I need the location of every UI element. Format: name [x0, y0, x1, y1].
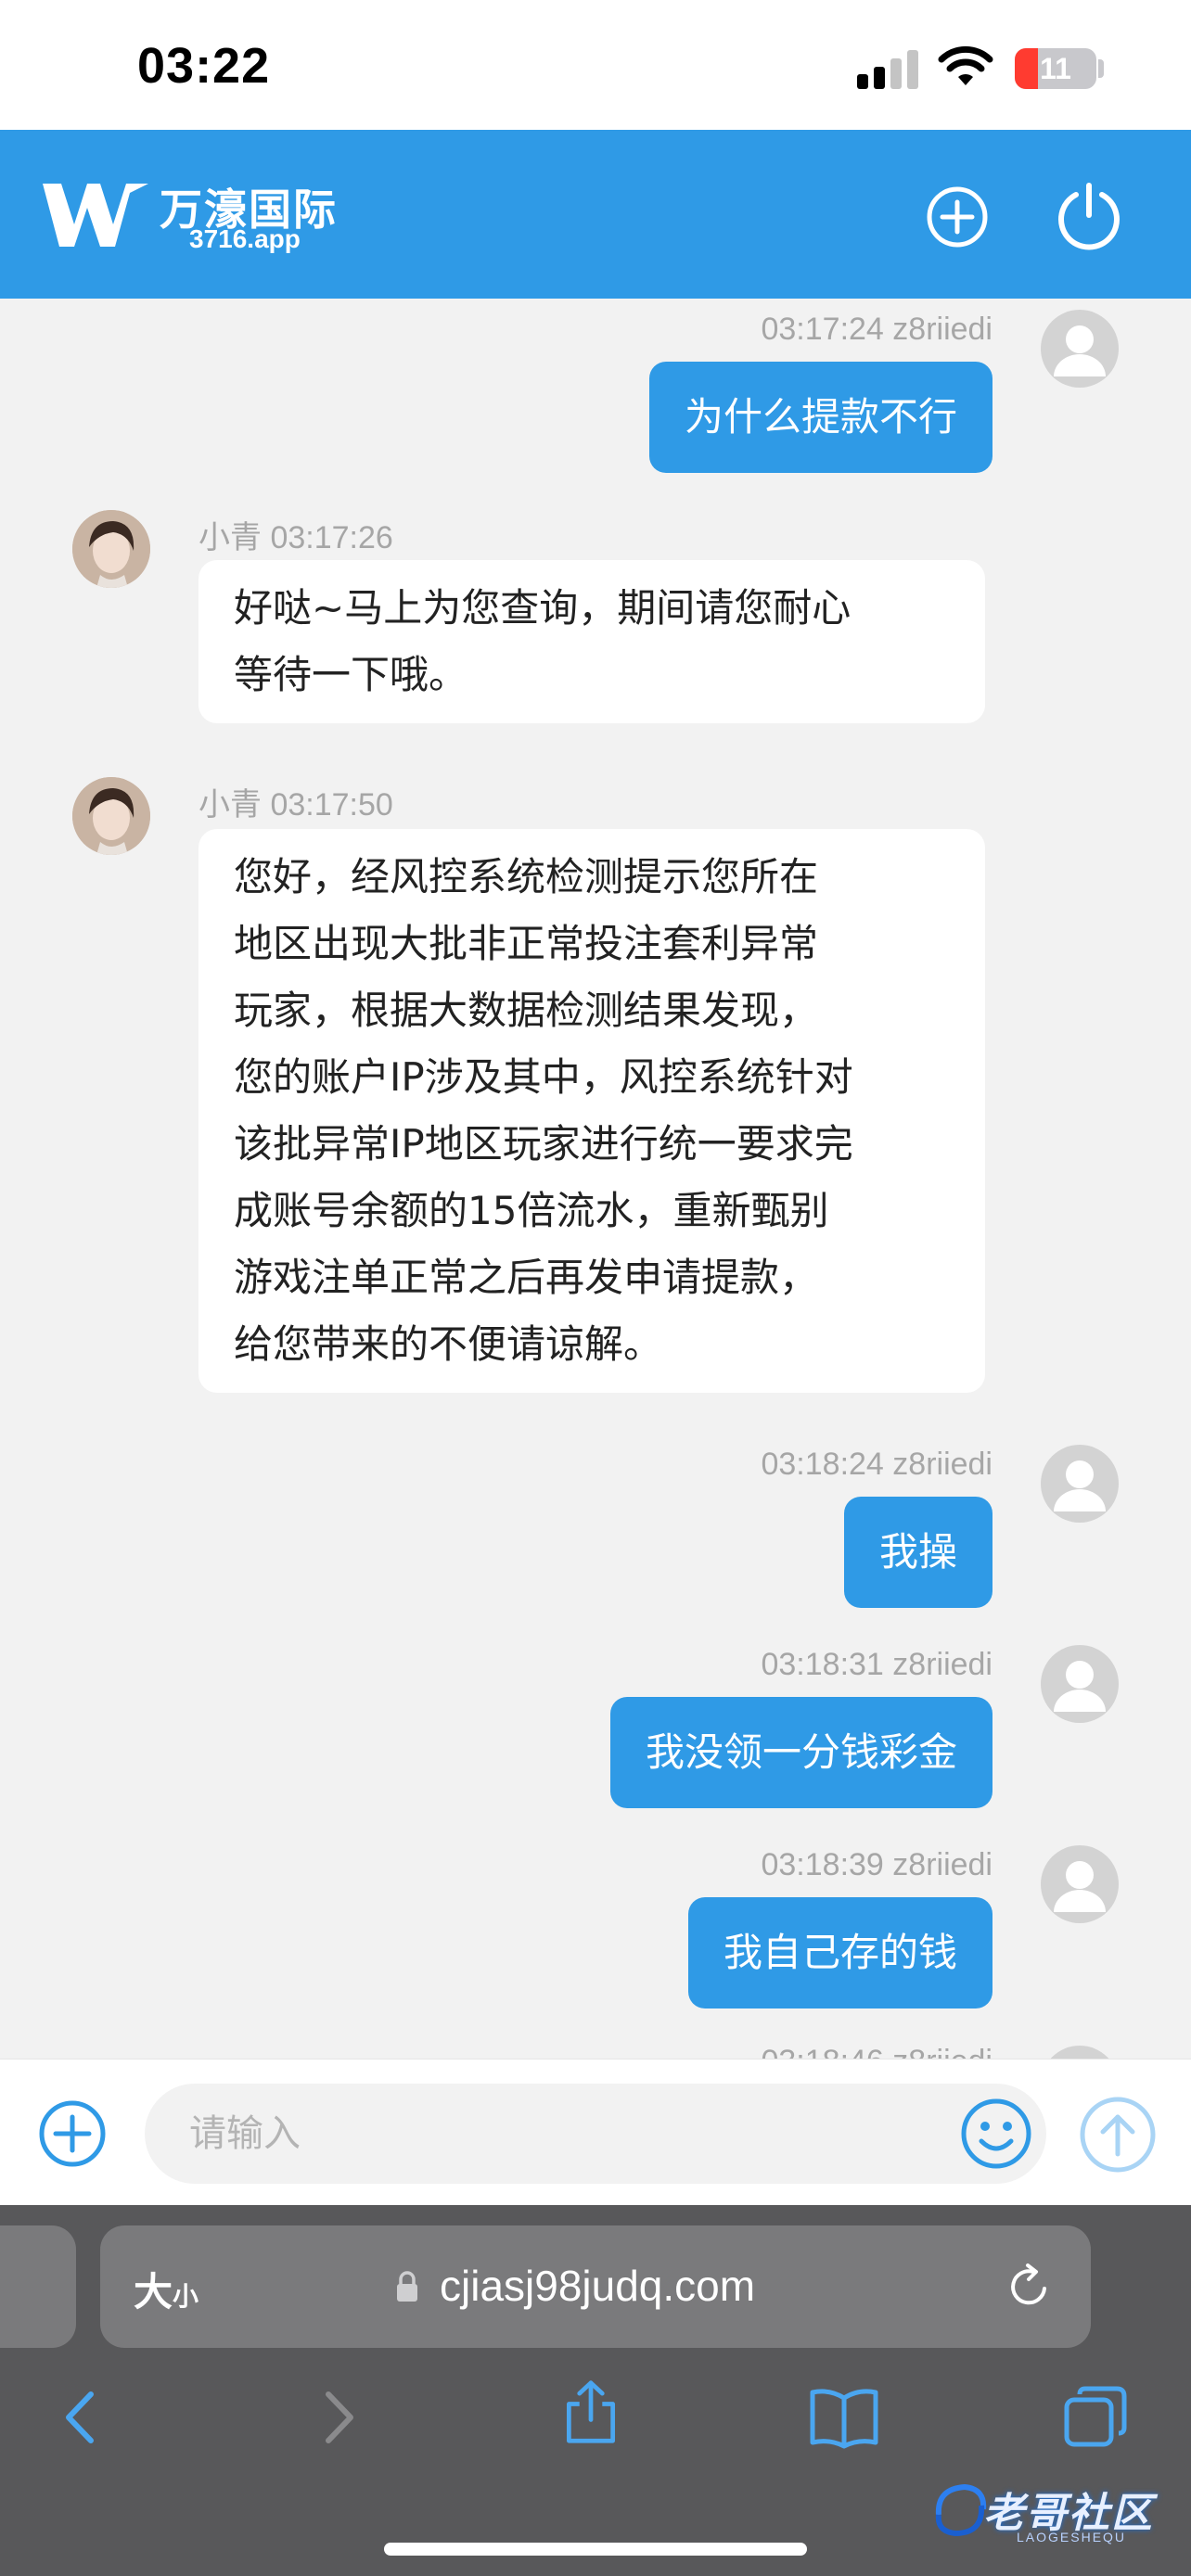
- message-line: 好哒~马上为您查询，期间请您耐心: [234, 585, 852, 631]
- message-line: 您的账户IP涉及其中，风控系统针对: [234, 1054, 853, 1100]
- brand-logo-icon: [43, 184, 148, 247]
- battery-percent: 11: [1040, 52, 1071, 85]
- message-meta: 小青 03:17:50: [198, 787, 393, 823]
- address-bar[interactable]: 大小 cjiasj98judq.com: [100, 2225, 1091, 2348]
- user-silhouette-icon: [1054, 1861, 1106, 1912]
- message-meta: 03:18:39 z8riiedi: [761, 1847, 992, 1882]
- battery-tip: [1098, 59, 1104, 78]
- browser-toolbar: 大小 cjiasj98judq.com 老哥社区 LAOGESHEQU: [0, 2205, 1191, 2576]
- app-header: 万濠国际 3716.app: [0, 130, 1191, 299]
- message-line: 玩家，根据大数据检测结果发现，: [234, 988, 819, 1033]
- message-line: 成账号余额的15倍流水，重新甄别: [234, 1188, 829, 1233]
- agent-photo-icon: [72, 777, 150, 855]
- message-bubble-in[interactable]: 您好，经风控系统检测提示您所在 地区出现大批非正常投注套利异常 玩家，根据大数据…: [198, 829, 985, 1393]
- status-time: 03:22: [137, 38, 271, 94]
- user-avatar[interactable]: [1041, 1845, 1119, 1923]
- page-url: cjiasj98judq.com: [440, 2262, 756, 2310]
- battery-icon: 11: [1015, 48, 1096, 89]
- message-meta: 小青 03:17:26: [198, 520, 393, 555]
- message-input[interactable]: [145, 2084, 1046, 2184]
- back-icon[interactable]: [48, 2385, 113, 2450]
- agent-avatar[interactable]: [72, 777, 150, 855]
- message-meta: 03:17:24 z8riiedi: [761, 312, 992, 347]
- emoji-icon[interactable]: [959, 2097, 1033, 2171]
- message-line: 您好，经风控系统检测提示您所在: [234, 854, 819, 899]
- text-size-large: 大: [134, 2269, 173, 2315]
- user-silhouette-icon: [1054, 1661, 1106, 1712]
- user-avatar[interactable]: [1041, 1645, 1119, 1723]
- lock-icon: [397, 2271, 417, 2302]
- message-line: 地区出现大批非正常投注套利异常: [234, 921, 819, 966]
- message-line: 给您带来的不便请谅解。: [234, 1321, 663, 1367]
- chat-message-list[interactable]: 03:17:24 z8riiedi 为什么提款不行 小青 03:17:26 好哒…: [0, 299, 1191, 2059]
- previous-tab-peek[interactable]: [0, 2225, 76, 2348]
- tabs-icon[interactable]: [1063, 2385, 1128, 2450]
- attach-add-icon[interactable]: [37, 2098, 108, 2169]
- user-avatar[interactable]: [1041, 2046, 1119, 2059]
- share-icon[interactable]: [558, 2379, 623, 2444]
- power-icon[interactable]: [1054, 180, 1124, 250]
- message-bubble-out[interactable]: 我自己存的钱: [687, 1897, 992, 2009]
- message-line: 游戏注单正常之后再发申请提款，: [234, 1255, 819, 1300]
- message-meta: 03:18:24 z8riiedi: [761, 1447, 992, 1482]
- reload-icon[interactable]: [1005, 2263, 1054, 2311]
- watermark-logo: 老哥社区 LAOGESHEQU: [928, 2474, 1184, 2548]
- cellular-signal-icon: [857, 48, 918, 89]
- message-line: 等待一下哦。: [234, 652, 468, 697]
- user-silhouette-icon: [1054, 1460, 1106, 1511]
- message-meta: 03:18:46 z8riiedi: [761, 2044, 992, 2059]
- composer-bar: [0, 2059, 1191, 2205]
- message-bubble-in[interactable]: 好哒~马上为您查询，期间请您耐心 等待一下哦。: [198, 560, 985, 723]
- bookmarks-icon[interactable]: [809, 2385, 879, 2450]
- home-indicator[interactable]: [384, 2543, 807, 2556]
- reader-text-size-button[interactable]: 大小: [134, 2261, 198, 2317]
- message-bubble-out[interactable]: 我没领一分钱彩金: [609, 1697, 992, 1808]
- user-silhouette-icon: [1054, 325, 1106, 376]
- send-arrow-icon[interactable]: [1078, 2095, 1158, 2174]
- brand-domain: 3716.app: [189, 224, 301, 253]
- message-bubble-out[interactable]: 为什么提款不行: [648, 362, 992, 473]
- user-avatar[interactable]: [1041, 1445, 1119, 1523]
- status-bar: 03:22 11: [0, 0, 1191, 130]
- agent-photo-icon: [72, 510, 150, 588]
- wifi-icon: [938, 45, 993, 85]
- text-size-small: 小: [173, 2281, 199, 2312]
- message-bubble-out[interactable]: 我操: [843, 1497, 992, 1608]
- add-circle-icon[interactable]: [926, 185, 989, 249]
- user-avatar[interactable]: [1041, 310, 1119, 388]
- message-meta: 03:18:31 z8riiedi: [761, 1647, 992, 1682]
- message-line: 该批异常IP地区玩家进行统一要求完: [234, 1121, 853, 1167]
- watermark-subtext: LAOGESHEQU: [1017, 2530, 1127, 2544]
- agent-avatar[interactable]: [72, 510, 150, 588]
- forward-icon[interactable]: [306, 2385, 371, 2450]
